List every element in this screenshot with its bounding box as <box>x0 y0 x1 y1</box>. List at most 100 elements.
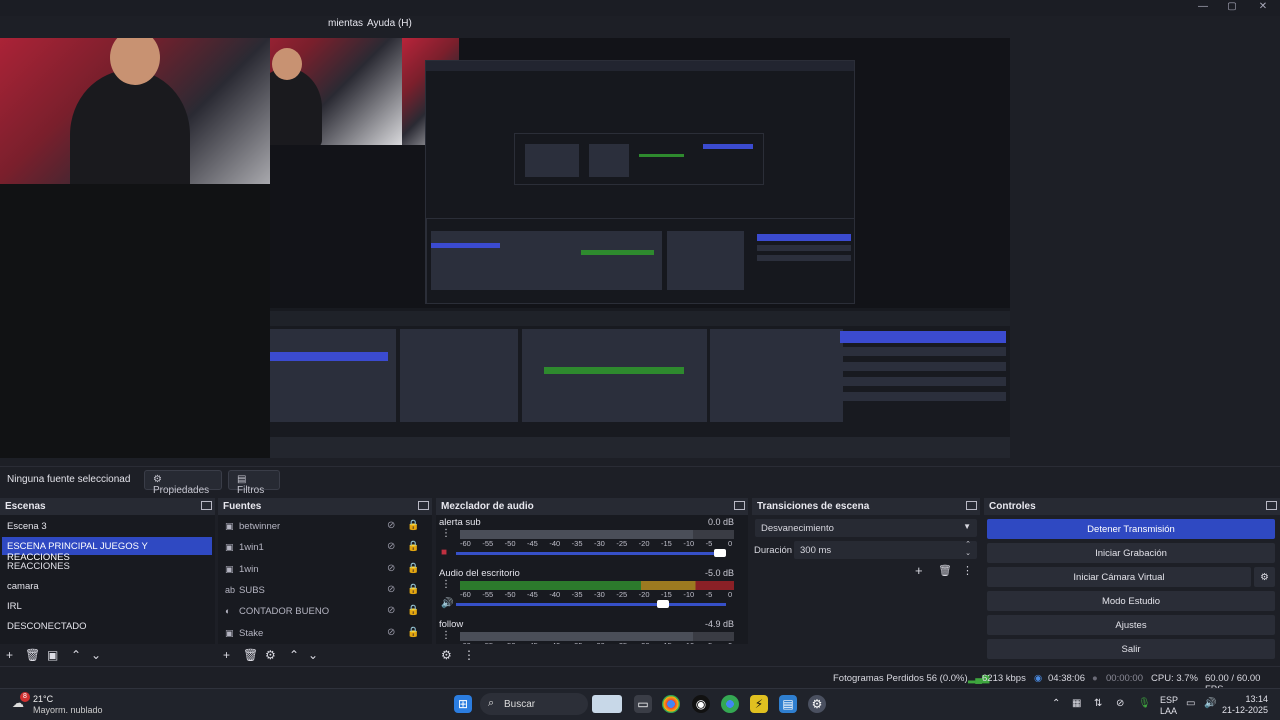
maximize-button[interactable]: ▢ <box>1221 0 1243 14</box>
source-item[interactable]: ▣ 1win1 ⊘ 🔒 <box>222 538 422 556</box>
source-item[interactable]: ▣ Stake ⊘ 🔒 <box>222 624 422 642</box>
trash-icon[interactable]: 🗑 <box>938 564 952 577</box>
chrome-icon[interactable] <box>662 695 680 713</box>
move-down-icon[interactable]: ⌄ <box>308 648 318 662</box>
visibility-hidden-icon[interactable]: ⊘ <box>387 541 395 552</box>
visibility-hidden-icon[interactable]: ⊘ <box>387 584 395 595</box>
visibility-hidden-icon[interactable]: ⊘ <box>387 605 395 616</box>
weather-icon[interactable]: ☁ 8 <box>12 692 30 710</box>
chrome-profile-icon[interactable] <box>721 695 739 713</box>
stream-icon: ◉ <box>1034 673 1043 684</box>
more-icon[interactable]: ⋮ <box>463 648 475 662</box>
virtual-camera-settings-button[interactable]: ⚙ <box>1254 567 1275 587</box>
minimize-button[interactable]: — <box>1192 0 1214 14</box>
language-bottom[interactable]: LAA <box>1160 706 1177 716</box>
scene-item[interactable]: IRL <box>2 597 212 615</box>
slider-knob[interactable] <box>657 600 670 608</box>
trash-icon[interactable]: 🗑 <box>243 648 258 662</box>
lock-icon[interactable]: 🔒 <box>407 520 419 531</box>
source-item[interactable]: ▣ 1win ⊘ 🔒 <box>222 560 422 578</box>
more-icon[interactable]: ⋮ <box>962 564 973 577</box>
properties-button[interactable]: ⚙ Propiedades <box>144 470 222 496</box>
studio-mode-button[interactable]: Modo Estudio <box>987 591 1275 611</box>
undock-icon[interactable] <box>201 501 212 510</box>
source-item[interactable]: ◐ CONTADOR BUENO ⊘ 🔒 <box>222 602 422 620</box>
scene-item[interactable]: REACCIONES <box>2 557 212 575</box>
lock-icon[interactable]: 🔒 <box>407 627 419 638</box>
visibility-hidden-icon[interactable]: ⊘ <box>387 563 395 574</box>
scene-item[interactable]: DESCONECTADO <box>2 617 212 635</box>
clock-date[interactable]: 21-12-2025 <box>1214 705 1268 715</box>
add-icon[interactable]: + <box>223 648 230 662</box>
duration-input[interactable]: 300 ms ⌃ ⌄ <box>794 541 977 559</box>
scene-item[interactable]: Escena 3 <box>2 517 212 535</box>
menu-tools[interactable]: mientas <box>328 18 363 29</box>
notepad-icon[interactable]: ▤ <box>779 695 797 713</box>
spinner-icon[interactable]: ⌃ ⌄ <box>965 540 971 558</box>
tray-app-icon[interactable]: ▦ <box>1072 698 1081 709</box>
move-up-icon[interactable]: ⌃ <box>71 648 81 662</box>
scale-tick: -20 <box>638 539 650 548</box>
settings-icon[interactable]: ⚙ <box>808 695 826 713</box>
more-icon[interactable]: ⋮ <box>441 579 451 590</box>
undock-icon[interactable] <box>1266 501 1277 510</box>
exit-button[interactable]: Salir <box>987 639 1275 659</box>
preview-canvas[interactable] <box>0 38 1010 458</box>
muted-speaker-icon[interactable]: ■ <box>441 547 447 558</box>
scenes-list[interactable]: Escena 3 ESCENA PRINCIPAL JUEGOS Y REACCI… <box>0 515 215 644</box>
search-label: Buscar <box>504 699 536 710</box>
add-icon[interactable]: + <box>6 648 13 662</box>
lock-icon[interactable]: 🔒 <box>407 605 419 616</box>
source-item[interactable]: ▣ betwinner ⊘ 🔒 <box>222 517 422 535</box>
more-icon[interactable]: ⋮ <box>441 528 451 539</box>
start-recording-button[interactable]: Iniciar Grabación <box>987 543 1275 563</box>
lock-icon[interactable]: 🔒 <box>407 541 419 552</box>
stop-stream-button[interactable]: Detener Transmisión <box>987 519 1275 539</box>
tray-chevron-icon[interactable]: ⌃ <box>1052 698 1060 709</box>
settings-button[interactable]: Ajustes <box>987 615 1275 635</box>
add-icon[interactable]: + <box>915 563 923 578</box>
language-top[interactable]: ESP <box>1160 695 1178 705</box>
lock-icon[interactable]: 🔒 <box>407 584 419 595</box>
obs-icon[interactable]: ◉ <box>692 695 710 713</box>
network-icon[interactable]: ▭ <box>1186 698 1195 709</box>
scale-tick: -40 <box>549 590 561 599</box>
undock-icon[interactable] <box>734 501 745 510</box>
more-icon[interactable]: ⋮ <box>441 630 451 641</box>
record-icon: ● <box>1092 673 1098 684</box>
network-activity-icon[interactable]: ⇅ <box>1094 698 1102 709</box>
filter-icon[interactable]: ▣ <box>47 648 58 662</box>
clock-time[interactable]: 13:14 <box>1226 694 1268 704</box>
move-down-icon[interactable]: ⌄ <box>91 648 101 662</box>
trash-icon[interactable]: 🗑 <box>25 648 40 662</box>
taskbar-search[interactable]: ⌕ Buscar <box>480 693 622 715</box>
filters-button[interactable]: ▤ Filtros <box>228 470 280 496</box>
gear-icon[interactable]: ⚙ <box>441 648 452 662</box>
visibility-hidden-icon[interactable]: ⊘ <box>387 627 395 638</box>
undock-icon[interactable] <box>418 501 429 510</box>
scene-item[interactable]: ESCENA PRINCIPAL JUEGOS Y REACCIONES <box>2 537 212 563</box>
menu-help[interactable]: Ayuda (H) <box>367 18 412 29</box>
volume-slider[interactable] <box>456 600 726 608</box>
undock-icon[interactable] <box>966 501 977 510</box>
gear-icon[interactable]: ⚙ <box>265 648 276 662</box>
filter-icon: ▤ <box>237 474 247 485</box>
source-item[interactable]: ab SUBS ⊘ 🔒 <box>222 581 422 599</box>
slider-knob[interactable] <box>714 549 726 557</box>
lock-icon[interactable]: 🔒 <box>407 563 419 574</box>
wifi-off-icon[interactable]: ⊘ <box>1116 698 1124 709</box>
scene-item[interactable]: camara <box>2 577 212 595</box>
scale-tick: -15 <box>661 539 672 548</box>
volume-slider[interactable] <box>456 549 726 557</box>
speaker-icon[interactable]: 🔊 <box>441 598 453 609</box>
sources-list[interactable]: ▣ betwinner ⊘ 🔒 ▣ 1win1 ⊘ 🔒 ▣ 1win ⊘ 🔒 ab SUBS ⊘ 🔒 ◐ CONT… <box>218 515 432 644</box>
windows-start-icon[interactable]: ⊞ <box>454 695 472 713</box>
move-up-icon[interactable]: ⌃ <box>289 648 299 662</box>
task-view-icon[interactable]: ▭ <box>634 695 652 713</box>
app-icon[interactable]: ⚡ <box>750 695 768 713</box>
close-button[interactable]: ✕ <box>1252 0 1274 14</box>
start-virtual-camera-button[interactable]: Iniciar Cámara Virtual <box>987 567 1251 587</box>
transition-select[interactable]: Desvanecimiento ▼ <box>755 519 977 537</box>
microphone-icon[interactable]: 🎙 <box>1138 698 1151 709</box>
visibility-hidden-icon[interactable]: ⊘ <box>387 520 395 531</box>
